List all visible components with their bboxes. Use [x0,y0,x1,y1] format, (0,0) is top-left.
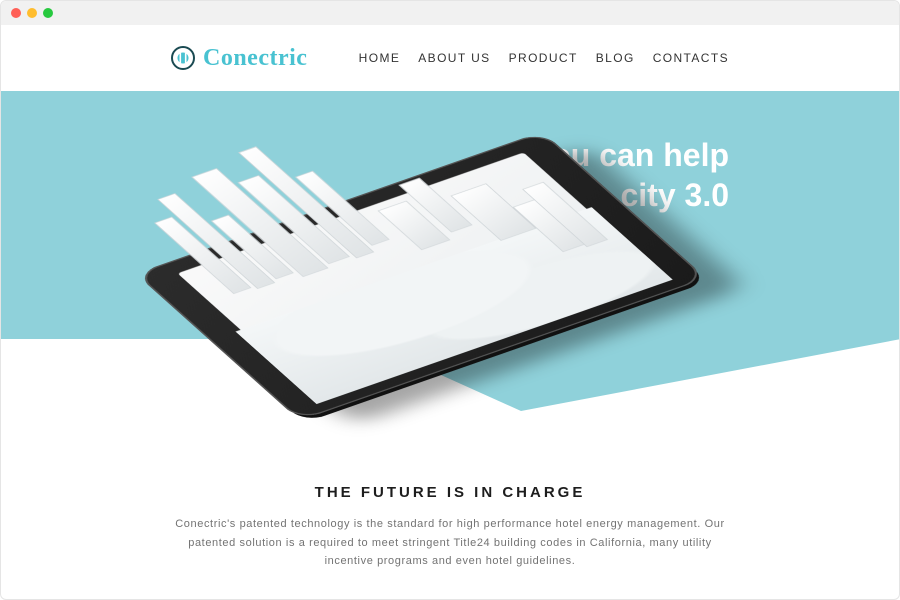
brand[interactable]: Conectric [171,45,307,72]
primary-nav: HOME ABOUT US PRODUCT BLOG CONTACTS [359,51,729,65]
brand-name: Conectric [203,45,307,72]
hero-section: You can help build a city 3.0 [1,91,899,429]
intro-body: Conectric's patented technology is the s… [171,515,729,571]
window-chrome [1,1,899,25]
nav-about[interactable]: ABOUT US [418,51,490,65]
nav-product[interactable]: PRODUCT [509,51,578,65]
intro-section: THE FUTURE IS IN CHARGE Conectric's pate… [1,484,899,599]
site-header: Conectric HOME ABOUT US PRODUCT BLOG CON… [1,25,899,91]
brand-logo-icon [171,46,195,70]
window-zoom-icon[interactable] [43,8,53,18]
browser-frame: Conectric HOME ABOUT US PRODUCT BLOG CON… [0,0,900,600]
nav-blog[interactable]: BLOG [596,51,635,65]
window-minimize-icon[interactable] [27,8,37,18]
intro-title: THE FUTURE IS IN CHARGE [171,484,729,501]
window-close-icon[interactable] [11,8,21,18]
nav-home[interactable]: HOME [359,51,401,65]
page-viewport: Conectric HOME ABOUT US PRODUCT BLOG CON… [1,25,899,599]
nav-contacts[interactable]: CONTACTS [653,51,729,65]
